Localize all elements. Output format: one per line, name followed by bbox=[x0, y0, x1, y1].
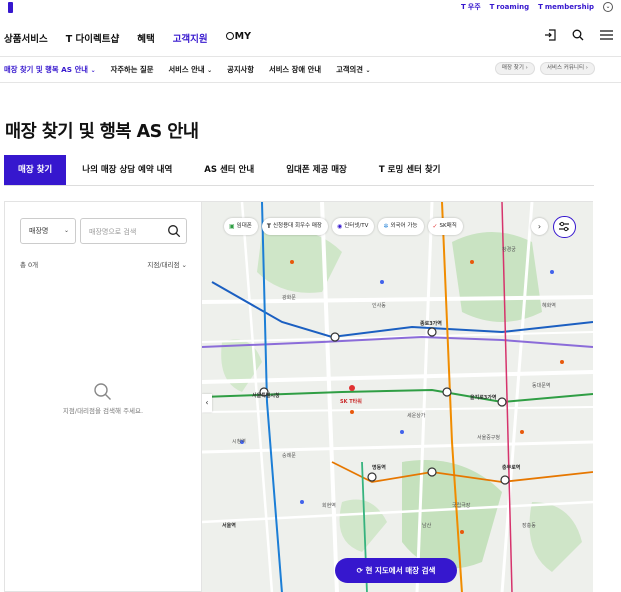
map-label: 동대문역 bbox=[532, 383, 551, 389]
subnav-item-feedback[interactable]: 고객의견 ⌄ bbox=[336, 65, 370, 75]
search-box bbox=[80, 218, 187, 244]
sk-icon: ✓ bbox=[432, 223, 438, 230]
tab-as-center[interactable]: AS 센터 안내 bbox=[188, 155, 270, 185]
tv-icon: ◉ bbox=[337, 223, 343, 230]
gnb-item-benefits[interactable]: 혜택 bbox=[137, 31, 154, 45]
map-label: 서울역 bbox=[222, 523, 236, 529]
gnb-item-direct-shop[interactable]: T 다이렉트샵 bbox=[66, 31, 120, 45]
empty-message: 지점/대리점을 검색해 주세요. bbox=[62, 407, 144, 415]
map-label: 남산 bbox=[422, 523, 432, 529]
search-current-map-button[interactable]: ⟳ 현 지도에서 매장 검색 bbox=[335, 558, 457, 583]
search-panel: 매장명⌄ 총 0개 지점/대리점 ⌄ 지점/대리점을 검색해 주세요. bbox=[4, 201, 202, 592]
store-map[interactable]: 서울특별시청 종로3가역 을지로3가역 명동역 서울중구청 충무로역 회현역 남… bbox=[202, 201, 593, 592]
map-label: 종로3가역 bbox=[420, 321, 442, 327]
map-label: 세운상가 bbox=[407, 413, 426, 419]
util-link-ujoo[interactable]: T 우주 bbox=[461, 2, 481, 12]
utility-links: T 우주 Troaming Tmembership ⌄ bbox=[461, 0, 613, 14]
map-label: 인사동 bbox=[372, 303, 386, 309]
map-label: 장충동 bbox=[522, 523, 536, 529]
chevron-down-icon: ⌄ bbox=[365, 67, 371, 74]
chevron-right-icon: › bbox=[585, 65, 588, 71]
sliders-icon bbox=[559, 221, 569, 232]
global-nav: 상품서비스 T 다이렉트샵 혜택 고객지원 MY bbox=[0, 18, 621, 56]
map-label: 숭례문 bbox=[282, 453, 296, 459]
subnav-item-faq[interactable]: 자주하는 질문 bbox=[111, 65, 154, 75]
chevron-right-icon: › bbox=[525, 65, 528, 71]
map-label: 을지로3가역 bbox=[470, 395, 497, 401]
map-label: 시청역 bbox=[232, 439, 246, 445]
subnav-item-outage[interactable]: 서비스 장애 안내 bbox=[269, 65, 321, 75]
refresh-icon: ⟳ bbox=[356, 566, 363, 575]
gnb-item-support[interactable]: 고객지원 bbox=[173, 31, 208, 45]
sort-select[interactable]: 지점/대리점 ⌄ bbox=[147, 259, 187, 269]
tab-bar: 매장 찾기 나의 매장 상담 예약 내역 AS 센터 안내 임대폰 제공 매장 … bbox=[4, 155, 594, 186]
foreign-icon: ✲ bbox=[383, 223, 389, 230]
tab-my-reservations[interactable]: 나의 매장 상담 예약 내역 bbox=[66, 155, 188, 185]
map-label: 서울중구청 bbox=[477, 435, 501, 441]
tab-roaming-center[interactable]: T 로밍 센터 찾기 bbox=[363, 155, 457, 185]
chevron-down-icon: ⌄ bbox=[181, 261, 187, 269]
gnb-item-my[interactable]: MY bbox=[225, 31, 251, 45]
divider bbox=[0, 82, 621, 83]
utility-bar: T 우주 Troaming Tmembership ⌄ bbox=[0, 0, 621, 18]
map-filter-chips: ▣ 임대폰 T 신청용대 회우수 매장 ◉ 인터넷/TV ✲ 외국어 가능 ✓ SK매직 bbox=[224, 218, 463, 235]
map-label: 광화문 bbox=[282, 295, 296, 301]
page-title: 매장 찾기 및 행복 AS 안내 bbox=[5, 122, 199, 142]
subnav-item-notice[interactable]: 공지사항 bbox=[227, 65, 254, 75]
brand-logo[interactable] bbox=[8, 2, 13, 13]
pill-service-community[interactable]: 서비스 커뮤니티 › bbox=[539, 62, 595, 75]
divider bbox=[0, 56, 621, 57]
map-label: 창경궁 bbox=[502, 247, 516, 253]
map-label: 서울특별시청 bbox=[252, 393, 280, 399]
filter-chip-rental-phone[interactable]: ▣ 임대폰 bbox=[224, 218, 258, 235]
subnav-item-store-find[interactable]: 매장 찾기 및 행복 AS 안내 ⌄ bbox=[4, 65, 96, 75]
search-icon[interactable] bbox=[572, 29, 584, 41]
magnifier-icon bbox=[94, 383, 111, 400]
chevron-down-icon: ⌄ bbox=[207, 67, 213, 74]
chevron-right-icon[interactable]: › bbox=[531, 218, 548, 235]
chevron-down-icon: ⌄ bbox=[90, 67, 96, 74]
filter-settings-button[interactable] bbox=[553, 216, 576, 238]
filter-chip-excellent[interactable]: T 신청용대 회우수 매장 bbox=[261, 218, 328, 235]
util-link-membership[interactable]: Tmembership bbox=[538, 3, 594, 11]
map-label: 혜화역 bbox=[542, 303, 556, 309]
map-label: 충무로역 bbox=[502, 465, 521, 471]
user-icon bbox=[225, 32, 234, 40]
map-label: 회현역 bbox=[322, 503, 336, 509]
subnav-item-service-guide[interactable]: 서비스 안내 ⌄ bbox=[168, 65, 212, 75]
sub-nav: 매장 찾기 및 행복 AS 안내 ⌄ 자주하는 질문 서비스 안내 ⌄ 공지사항… bbox=[0, 60, 621, 82]
map-label: 국립극장 bbox=[452, 503, 471, 509]
login-icon[interactable] bbox=[544, 29, 556, 41]
menu-icon[interactable] bbox=[600, 29, 613, 41]
chevron-left-icon[interactable]: ‹ bbox=[202, 394, 212, 412]
chevron-down-icon[interactable]: ⌄ bbox=[603, 2, 613, 12]
pill-store-find[interactable]: 매장 찾기 › bbox=[494, 62, 535, 75]
search-input[interactable] bbox=[81, 220, 159, 244]
t-icon: T bbox=[266, 223, 271, 230]
store-icon: ▣ bbox=[229, 223, 235, 230]
tab-store-find[interactable]: 매장 찾기 bbox=[4, 155, 67, 185]
filter-chip-internet-tv[interactable]: ◉ 인터넷/TV bbox=[332, 218, 375, 235]
gnb-item-products[interactable]: 상품서비스 bbox=[4, 31, 48, 45]
chevron-down-icon: ⌄ bbox=[63, 227, 69, 234]
tab-rental-phone[interactable]: 임대폰 제공 매장 bbox=[270, 155, 363, 185]
result-count: 총 0개 bbox=[20, 261, 39, 269]
filter-chip-foreign-language[interactable]: ✲ 외국어 가능 bbox=[378, 218, 424, 235]
map-label-sk-tower: SK T타워 bbox=[340, 399, 362, 405]
search-type-select[interactable]: 매장명 ⌄ bbox=[20, 218, 76, 244]
util-link-roaming[interactable]: Troaming bbox=[490, 3, 529, 11]
filter-chip-sk-magic[interactable]: ✓ SK매직 bbox=[427, 218, 463, 235]
search-icon[interactable] bbox=[167, 224, 181, 238]
map-label: 명동역 bbox=[372, 465, 386, 471]
